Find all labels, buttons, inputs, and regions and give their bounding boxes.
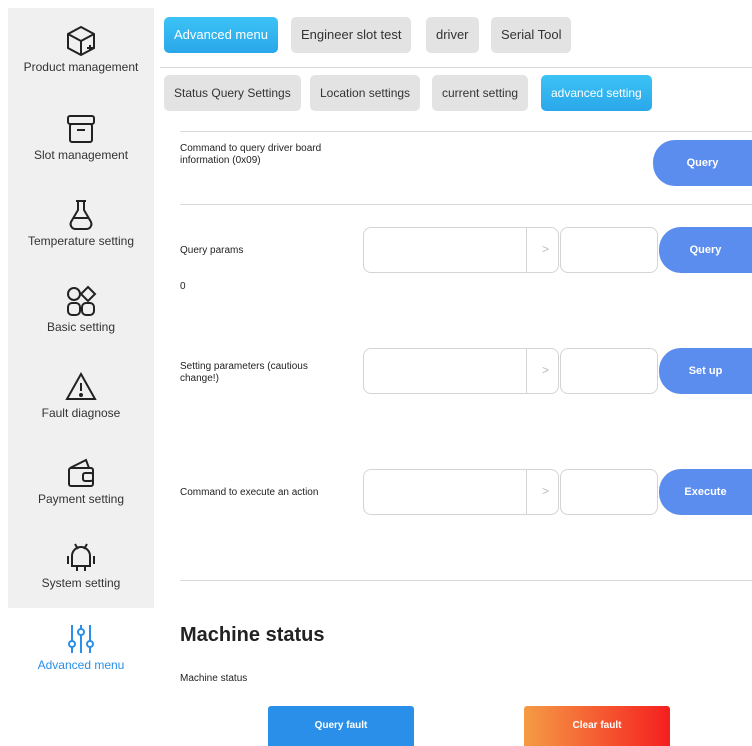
setting-params-input-a[interactable]	[372, 351, 516, 393]
query-info-label: Command to query driver board informatio…	[180, 143, 322, 166]
execute-inputs: >	[363, 469, 659, 515]
tab-advanced-menu[interactable]: Advanced menu	[164, 17, 278, 53]
setting-params-field-b[interactable]	[560, 348, 658, 394]
query-params-inputs: >	[363, 227, 659, 273]
tab-engineer-slot-test[interactable]: Engineer slot test	[291, 17, 412, 53]
sidebar-item-label: Basic setting	[46, 320, 116, 334]
sidebar-item-label: Payment setting	[37, 492, 125, 506]
query-info-button[interactable]: Query	[653, 140, 752, 186]
sidebar-item-label: Temperature setting	[27, 234, 135, 248]
machine-status-label: Machine status	[180, 673, 248, 684]
sidebar-item-product-management[interactable]: Product management	[8, 24, 154, 74]
warning-icon	[65, 371, 97, 400]
query-params-button[interactable]: Query	[659, 227, 752, 273]
sidebar-item-label: System setting	[41, 576, 121, 590]
setting-params-label: Setting parameters (cautious change!)	[180, 361, 308, 384]
sidebar: Product management Slot management Tempe…	[8, 8, 154, 608]
execute-label: Command to execute an action	[180, 487, 319, 498]
divider	[180, 131, 752, 132]
subtab-advanced-setting[interactable]: advanced setting	[541, 75, 652, 111]
subtab-status-query-settings[interactable]: Status Query Settings	[164, 75, 301, 111]
setting-params-input-b[interactable]	[569, 351, 653, 393]
chevron-right-icon[interactable]: >	[542, 363, 549, 377]
subtab-current-setting[interactable]: current setting	[432, 75, 529, 111]
set-up-button[interactable]: Set up	[659, 348, 752, 394]
query-params-field-a[interactable]: >	[363, 227, 559, 273]
divider	[180, 204, 752, 205]
setting-params-field-a[interactable]: >	[363, 348, 559, 394]
sidebar-item-system-setting[interactable]: System setting	[8, 540, 154, 590]
sidebar-item-label: Advanced menu	[37, 658, 125, 672]
product-cube-icon	[67, 25, 95, 57]
sidebar-item-label: Slot management	[33, 148, 129, 162]
separator	[526, 228, 527, 272]
execute-button[interactable]: Execute	[659, 469, 752, 515]
query-params-field-b[interactable]	[560, 227, 658, 273]
subtab-location-settings[interactable]: Location settings	[310, 75, 421, 111]
flask-icon	[69, 200, 93, 230]
grid-shapes-icon	[67, 285, 97, 316]
sidebar-item-fault-diagnose[interactable]: Fault diagnose	[8, 370, 154, 420]
tab-driver[interactable]: driver	[426, 17, 479, 53]
sidebar-item-slot-management[interactable]: Slot management	[8, 112, 154, 162]
query-params-input-b[interactable]	[569, 230, 653, 272]
execute-field-b[interactable]	[560, 469, 658, 515]
sidebar-item-label: Product management	[23, 60, 139, 74]
setting-params-inputs: >	[363, 348, 659, 394]
chevron-right-icon[interactable]: >	[542, 242, 549, 256]
execute-field-a[interactable]: >	[363, 469, 559, 515]
wallet-icon	[68, 458, 94, 487]
tab-serial-tool[interactable]: Serial Tool	[491, 17, 572, 53]
machine-status-title: Machine status	[180, 624, 325, 646]
chevron-right-icon[interactable]: >	[542, 484, 549, 498]
execute-input-b[interactable]	[569, 472, 653, 514]
sidebar-item-label: Fault diagnose	[41, 406, 121, 420]
clear-fault-button[interactable]: Clear fault	[524, 706, 670, 746]
slot-box-icon	[67, 115, 95, 143]
divider	[180, 580, 752, 581]
query-fault-button[interactable]: Query fault	[268, 706, 414, 746]
separator	[526, 470, 527, 514]
sliders-icon	[68, 625, 94, 653]
query-result-value: 0	[180, 281, 186, 292]
execute-input-a[interactable]	[372, 472, 516, 514]
separator	[526, 349, 527, 393]
query-params-label: Query params	[180, 245, 244, 256]
divider	[160, 67, 752, 68]
sidebar-item-temperature-setting[interactable]: Temperature setting	[8, 198, 154, 248]
sidebar-item-advanced-menu[interactable]: Advanced menu	[8, 614, 154, 694]
sidebar-item-payment-setting[interactable]: Payment setting	[8, 456, 154, 506]
android-icon	[67, 543, 95, 571]
sidebar-item-basic-setting[interactable]: Basic setting	[8, 284, 154, 334]
query-params-input-a[interactable]	[372, 230, 516, 272]
